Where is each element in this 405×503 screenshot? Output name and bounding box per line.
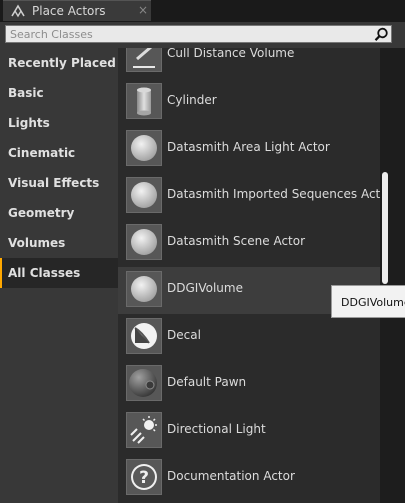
volume-icon [126,48,162,72]
list-item-label: Cull Distance Volume [167,48,295,60]
sphere-icon [126,271,162,307]
tab-bar: Place Actors × [0,0,405,22]
category-recently-placed[interactable]: Recently Placed [0,48,118,78]
category-geometry[interactable]: Geometry [0,198,118,228]
category-cinematic[interactable]: Cinematic [0,138,118,168]
list-item[interactable]: Cylinder [118,79,380,126]
list-item[interactable]: Datasmith Imported Sequences Actor [118,173,380,220]
list-item[interactable]: Default Pawn [118,361,380,408]
close-icon[interactable]: × [138,3,148,17]
decal-icon [126,318,162,354]
directional-light-icon [126,412,162,448]
list-item[interactable]: Datasmith Area Light Actor [118,126,380,173]
category-lights[interactable]: Lights [0,108,118,138]
list-item[interactable]: Decal [118,314,380,361]
list-item[interactable]: Datasmith Scene Actor [118,220,380,267]
sphere-icon [126,224,162,260]
tooltip: DDGIVolume [331,285,405,318]
category-visual-effects[interactable]: Visual Effects [0,168,118,198]
list-item-label: DDGIVolume [167,281,243,295]
category-volumes[interactable]: Volumes [0,228,118,258]
list-item-label: Default Pawn [167,375,247,389]
documentation-icon: ? [126,459,162,495]
svg-text:?: ? [139,468,149,488]
sphere-icon [126,130,162,166]
list-item-label: Datasmith Scene Actor [167,234,306,248]
list-item-label: Datasmith Area Light Actor [167,140,330,154]
list-item-label: Documentation Actor [167,469,295,483]
place-actors-icon [11,4,25,18]
list-item-label: Directional Light [167,422,266,436]
pawn-icon [126,365,162,401]
list-item[interactable]: Cull Distance Volume [118,48,380,79]
list-item[interactable]: Directional Light [118,408,380,455]
list-item-label: Decal [167,328,201,342]
place-actors-tab[interactable]: Place Actors × [3,0,151,21]
sphere-icon [126,177,162,213]
search-row [0,22,405,48]
list-item-label: Cylinder [167,93,217,107]
category-sidebar: Recently Placed Basic Lights Cinematic V… [0,48,118,503]
actor-list: Cull Distance Volume Cylinder Datasmith … [118,48,380,503]
category-basic[interactable]: Basic [0,78,118,108]
scrollbar-thumb[interactable] [382,172,388,284]
category-all-classes[interactable]: All Classes [0,258,118,288]
search-input[interactable] [10,26,370,42]
list-item[interactable]: ? Documentation Actor [118,455,380,502]
tab-title: Place Actors [32,4,106,18]
search-box[interactable] [5,25,392,43]
cylinder-icon [126,83,162,119]
search-icon[interactable] [374,27,389,42]
list-item-label: Datasmith Imported Sequences Actor [167,187,380,201]
